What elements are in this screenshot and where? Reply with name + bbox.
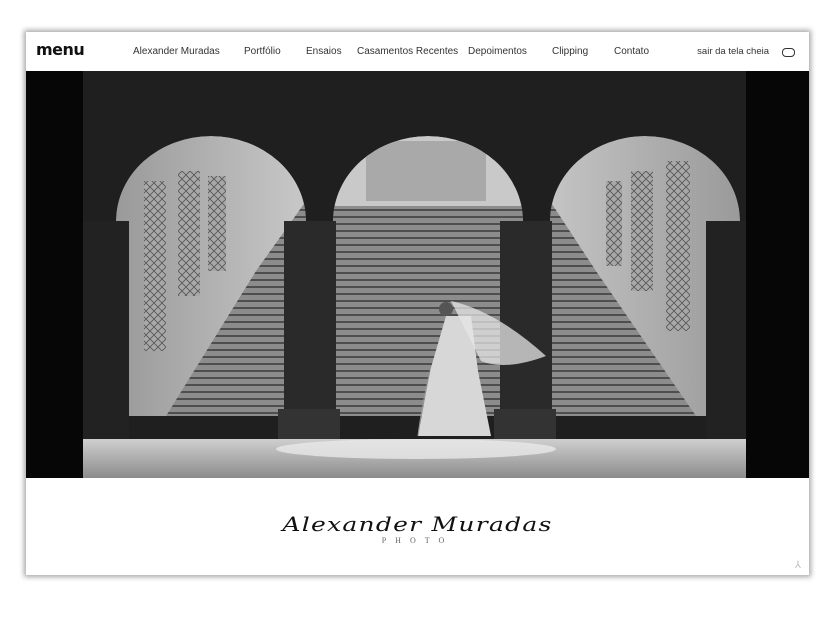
- browser-frame: menu Alexander Muradas Portfólio Ensaios…: [26, 32, 809, 575]
- nav-item-depoimentos[interactable]: Depoimentos: [468, 46, 527, 57]
- hero-photo: [26, 71, 809, 478]
- nav-item-clipping[interactable]: Clipping: [552, 46, 588, 57]
- nav-item-alexander-muradas[interactable]: Alexander Muradas: [133, 46, 220, 57]
- scroll-corner-icon: ⅄: [794, 560, 801, 571]
- nav-item-contato[interactable]: Contato: [614, 46, 649, 57]
- photo-subtitle: PHOTO: [381, 536, 454, 545]
- footer: Alexander Muradas PHOTO ⅄: [26, 478, 809, 575]
- exit-fullscreen-link[interactable]: sair da tela cheia: [697, 46, 769, 57]
- nav-item-portfolio[interactable]: Portfólio: [244, 46, 281, 57]
- nav-item-casamentos-recentes[interactable]: Casamentos Recentes: [357, 46, 458, 57]
- nav-item-ensaios[interactable]: Ensaios: [306, 46, 342, 57]
- top-navigation: menu Alexander Muradas Portfólio Ensaios…: [26, 32, 809, 71]
- fullscreen-toggle-icon[interactable]: [782, 48, 795, 57]
- menu-logo[interactable]: menu: [36, 40, 85, 59]
- signature-logo[interactable]: Alexander Muradas: [26, 512, 809, 536]
- wedding-photo-illustration: [26, 71, 809, 478]
